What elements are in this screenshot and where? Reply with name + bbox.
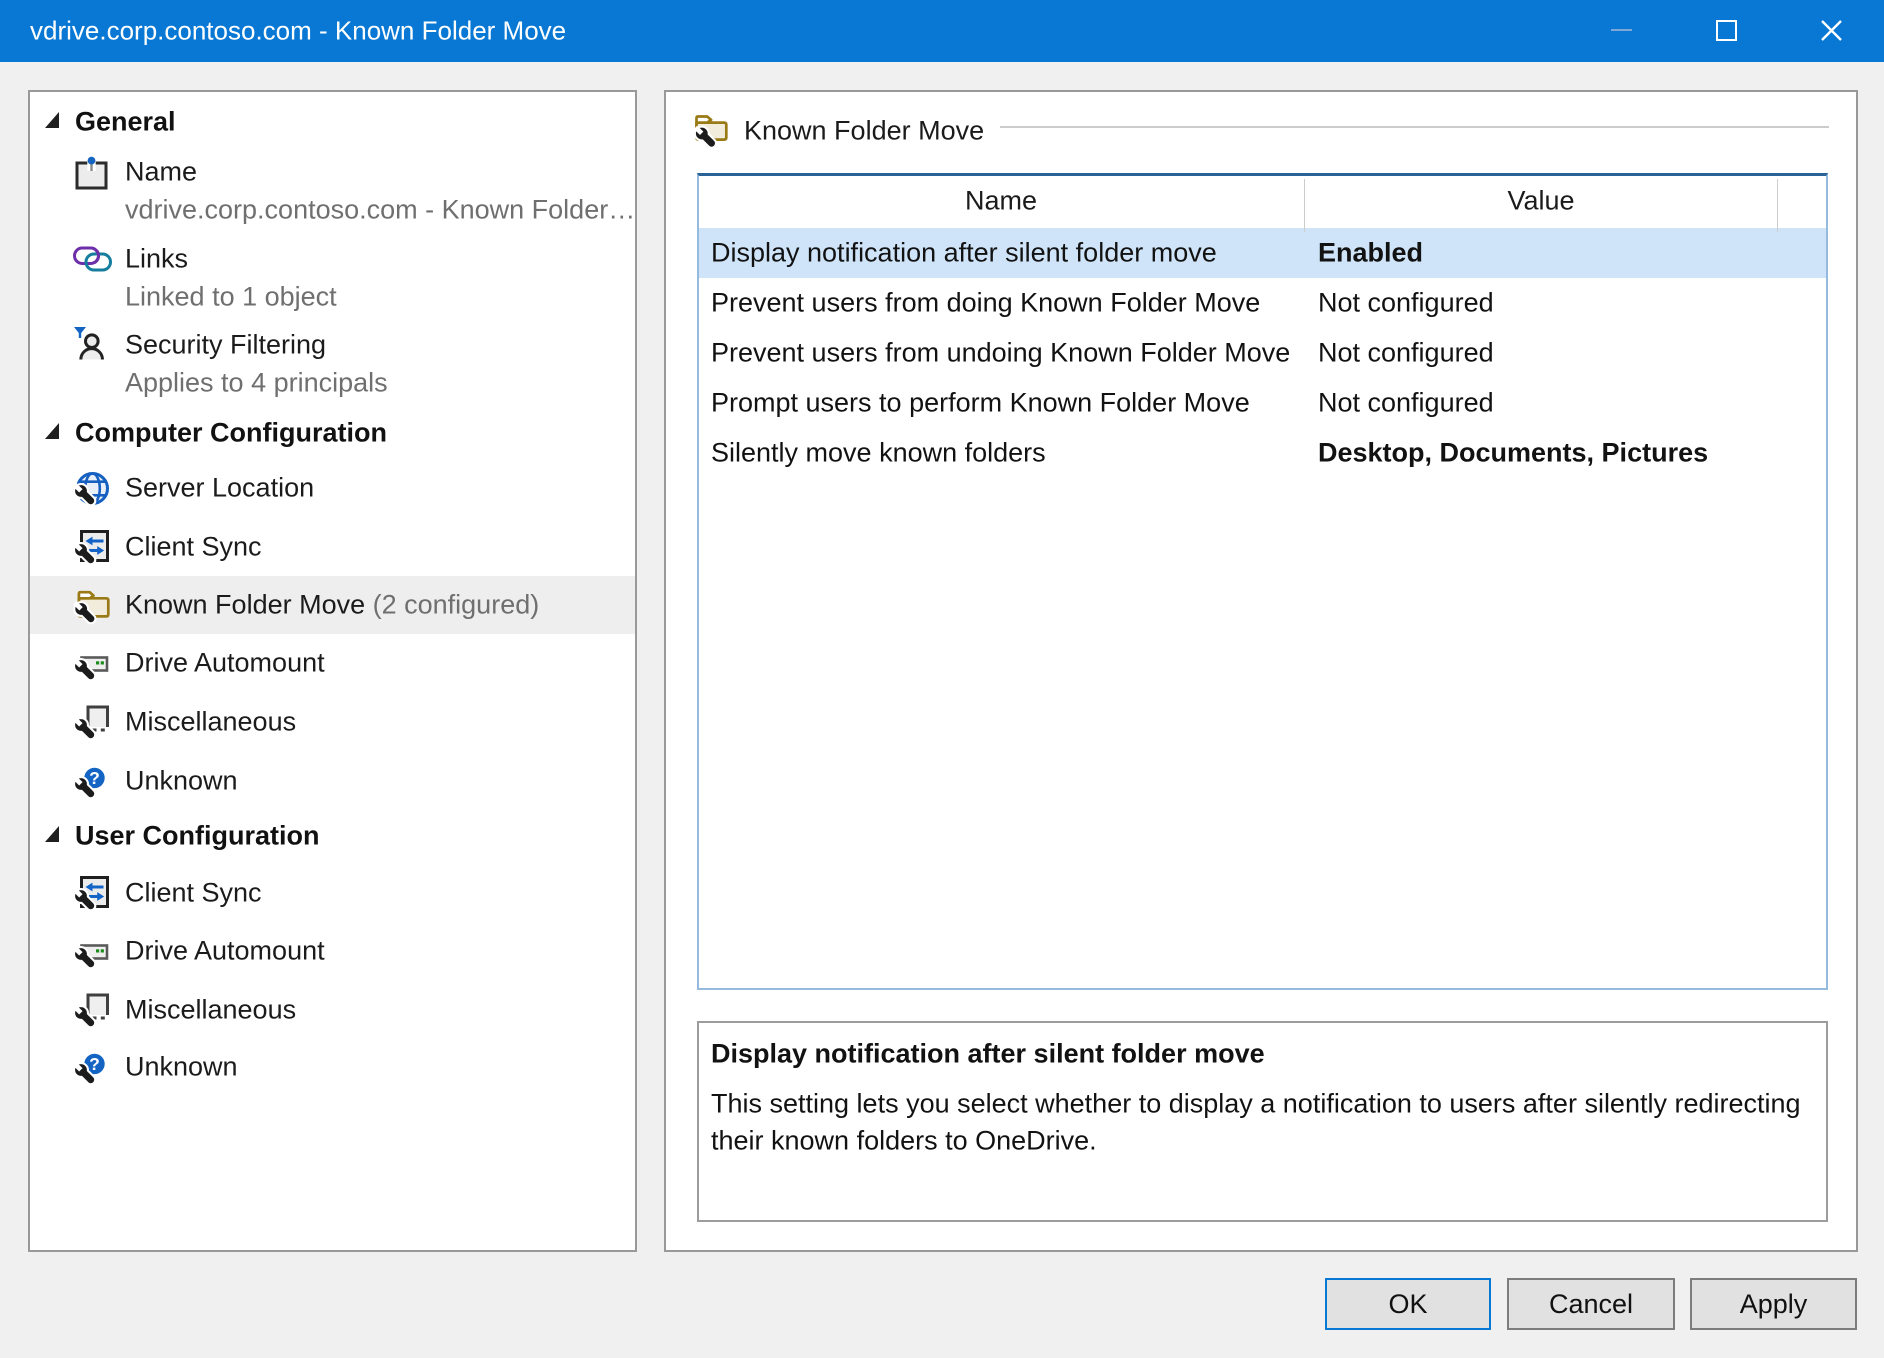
svg-text:?: ? [89, 1054, 100, 1074]
svg-text:?: ? [89, 768, 100, 788]
